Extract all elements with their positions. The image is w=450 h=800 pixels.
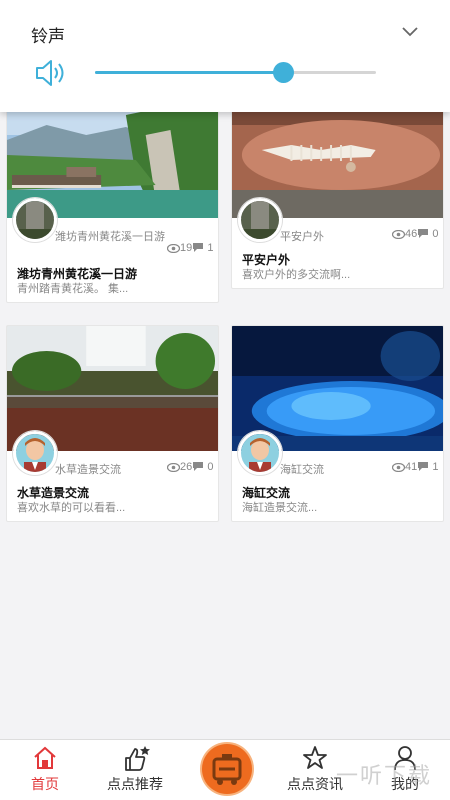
post-card[interactable]: 海缸交流 41 1 海缸交流 海缸造景交流...	[231, 325, 444, 522]
star-icon	[303, 746, 327, 769]
comment-icon	[193, 462, 204, 471]
post-author: 平安户外	[280, 231, 324, 243]
post-author: 潍坊青州黄花溪一日游	[55, 231, 165, 243]
speaker-icon[interactable]	[34, 58, 68, 88]
volume-slider[interactable]	[95, 62, 376, 83]
avatar[interactable]	[238, 198, 282, 242]
eye-icon	[391, 229, 406, 240]
avatar[interactable]	[13, 198, 57, 242]
comment-count: 1	[207, 242, 214, 254]
camera-logo-icon	[212, 754, 242, 785]
home-icon	[34, 746, 56, 769]
post-desc: 青州踏青黄花溪。 集...	[17, 283, 129, 295]
post-desc: 喜欢水草的可以看看...	[17, 502, 126, 514]
nav-label: 点点推荐	[107, 776, 163, 792]
post-stats: 26 0	[166, 461, 214, 473]
post-stats: 41 1	[391, 461, 439, 473]
eye-icon	[391, 462, 406, 473]
avatar[interactable]	[238, 431, 282, 475]
view-count: 26	[180, 461, 193, 473]
comment-count: 0	[207, 461, 214, 473]
avatar[interactable]	[13, 431, 57, 475]
comment-icon	[193, 243, 204, 252]
camera-logo-button[interactable]	[202, 744, 252, 794]
view-count: 19	[180, 242, 193, 254]
volume-panel-title: 铃声	[31, 27, 65, 46]
post-stats: 19 1	[166, 242, 214, 254]
nav-label: 点点资讯	[287, 776, 343, 792]
volume-slider-thumb[interactable]	[273, 62, 295, 83]
nav-item-mine[interactable]: 我的	[370, 740, 440, 800]
post-desc: 喜欢户外的多交流啊...	[242, 269, 351, 281]
post-card[interactable]: 水草造景交流 26 0 水草造景交流 喜欢水草的可以看看...	[6, 325, 219, 522]
post-author: 水草造景交流	[55, 464, 121, 476]
comment-count: 0	[432, 228, 439, 240]
thumbs-up-icon	[125, 746, 150, 771]
chevron-down-icon[interactable]	[400, 24, 420, 40]
post-stats: 46 0	[391, 228, 439, 240]
view-count: 46	[405, 228, 418, 240]
volume-slider-fill	[95, 71, 284, 74]
post-desc: 海缸造景交流...	[242, 502, 318, 514]
nav-label: 我的	[391, 776, 419, 792]
eye-icon	[166, 243, 181, 254]
volume-panel: 铃声	[0, 0, 450, 112]
comment-count: 1	[432, 461, 439, 473]
post-card[interactable]: 潍坊青州黄花溪一日游 19 1 潍坊青州黄花溪一日游 青州踏青黄花溪。 集...	[6, 104, 219, 303]
user-icon	[394, 746, 416, 771]
nav-item-news[interactable]: 点点资讯	[280, 740, 350, 800]
nav-item-recommend[interactable]: 点点推荐	[100, 740, 170, 800]
view-count: 41	[405, 461, 418, 473]
nav-item-home[interactable]: 首页	[10, 740, 80, 800]
comment-icon	[418, 229, 429, 238]
comment-icon	[418, 462, 429, 471]
post-card[interactable]: 平安户外 46 0 平安户外 喜欢户外的多交流啊...	[231, 104, 444, 289]
post-author: 海缸交流	[280, 464, 324, 476]
nav-label: 首页	[31, 776, 59, 792]
eye-icon	[166, 462, 181, 473]
